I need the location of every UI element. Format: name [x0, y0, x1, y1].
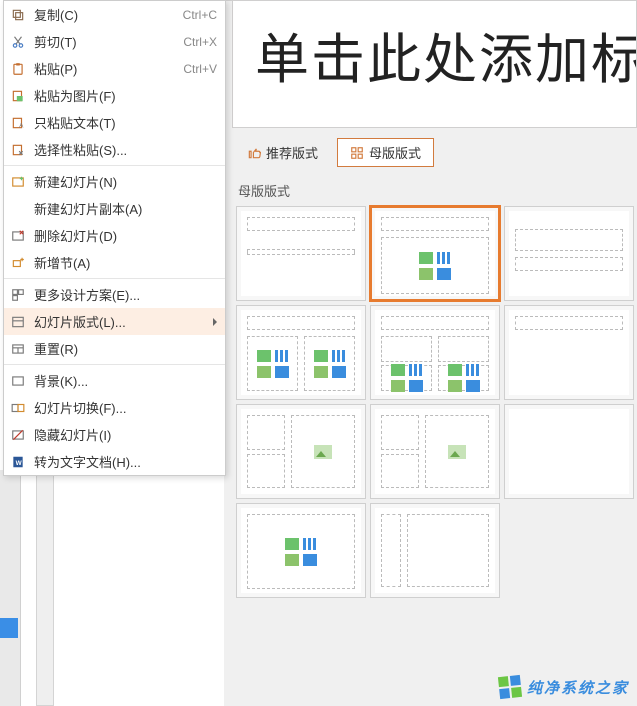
menu-item-19[interactable]: W 转为文字文档(H)... — [4, 448, 225, 475]
menu-item-shortcut: Ctrl+X — [183, 35, 217, 49]
blank-icon — [10, 201, 26, 217]
layout-panel: 单击此处添加标 推荐版式 母版版式 母版版式 — [224, 0, 637, 706]
to-word-icon: W — [10, 454, 26, 470]
menu-item-shortcut: Ctrl+V — [183, 62, 217, 76]
layout-icon — [10, 314, 26, 330]
design-icon — [10, 287, 26, 303]
menu-separator — [4, 165, 225, 166]
menu-separator — [4, 364, 225, 365]
paste-icon — [10, 61, 26, 77]
menu-item-4[interactable]: A 只粘贴文本(T) — [4, 109, 225, 136]
layout-thumb-two-content[interactable] — [236, 305, 366, 400]
menu-item-label: 重置(R) — [34, 339, 217, 358]
layout-thumb-content-only[interactable] — [236, 503, 366, 598]
menu-item-label: 粘贴为图片(F) — [34, 86, 217, 105]
delete-slide-icon — [10, 228, 26, 244]
paste-image-icon — [10, 88, 26, 104]
menu-item-17[interactable]: 幻灯片切换(F)... — [4, 394, 225, 421]
context-menu: 复制(C)Ctrl+C剪切(T)Ctrl+X粘贴(P)Ctrl+V粘贴为图片(F… — [3, 0, 226, 476]
layout-thumb-title-content[interactable] — [370, 206, 500, 301]
menu-item-5[interactable]: 选择性粘贴(S)... — [4, 136, 225, 163]
watermark: 纯净系统之家 — [499, 676, 629, 698]
menu-item-label: 转为文字文档(H)... — [34, 452, 217, 471]
chevron-right-icon — [213, 318, 217, 326]
svg-text:A: A — [19, 122, 24, 129]
menu-item-9[interactable]: 删除幻灯片(D) — [4, 222, 225, 249]
menu-item-label: 幻灯片版式(L)... — [34, 312, 217, 331]
menu-item-label: 背景(K)... — [34, 371, 217, 390]
menu-item-14[interactable]: 重置(R) — [4, 335, 225, 362]
layout-thumb-title-only[interactable] — [504, 305, 634, 400]
grid-icon — [350, 146, 364, 160]
layout-grid — [224, 206, 637, 598]
menu-item-13[interactable]: 幻灯片版式(L)... — [4, 308, 225, 335]
menu-item-label: 新建幻灯片副本(A) — [34, 199, 217, 218]
hide-slide-icon — [10, 427, 26, 443]
reset-icon — [10, 341, 26, 357]
menu-item-label: 只粘贴文本(T) — [34, 113, 217, 132]
svg-text:W: W — [16, 459, 23, 466]
paste-special-icon — [10, 142, 26, 158]
menu-item-12[interactable]: 更多设计方案(E)... — [4, 281, 225, 308]
cut-icon — [10, 34, 26, 50]
menu-item-label: 更多设计方案(E)... — [34, 285, 217, 304]
menu-item-10[interactable]: 新增节(A) — [4, 249, 225, 276]
transition-icon — [10, 400, 26, 416]
layout-tabs: 推荐版式 母版版式 — [234, 138, 637, 167]
watermark-logo-icon — [498, 675, 522, 699]
layout-thumb-title[interactable] — [236, 206, 366, 301]
menu-item-18[interactable]: 隐藏幻灯片(I) — [4, 421, 225, 448]
menu-item-label: 删除幻灯片(D) — [34, 226, 217, 245]
layout-thumb-blank[interactable] — [504, 404, 634, 499]
menu-separator — [4, 278, 225, 279]
menu-item-label: 剪切(T) — [34, 32, 183, 51]
tab-recommended-label: 推荐版式 — [266, 143, 318, 162]
layout-thumb-caption[interactable] — [236, 404, 366, 499]
menu-item-label: 粘贴(P) — [34, 59, 183, 78]
layout-thumb-section[interactable] — [504, 206, 634, 301]
slide-title-placeholder[interactable]: 单击此处添加标 — [232, 1, 637, 128]
menu-item-1[interactable]: 剪切(T)Ctrl+X — [4, 28, 225, 55]
layout-thumb-vertical[interactable] — [370, 503, 500, 598]
copy-icon — [10, 7, 26, 23]
slide-thumbnail-strip[interactable] — [0, 470, 21, 706]
title-placeholder-text: 单击此处添加标 — [255, 15, 637, 94]
new-slide-icon — [10, 174, 26, 190]
tab-master-label: 母版版式 — [369, 143, 421, 162]
menu-item-16[interactable]: 背景(K)... — [4, 367, 225, 394]
menu-item-8[interactable]: 新建幻灯片副本(A) — [4, 195, 225, 222]
menu-item-label: 隐藏幻灯片(I) — [34, 425, 217, 444]
layout-thumb-picture-caption[interactable] — [370, 404, 500, 499]
background-icon — [10, 373, 26, 389]
thumbs-up-icon — [247, 146, 261, 160]
paste-text-icon: A — [10, 115, 26, 131]
menu-item-3[interactable]: 粘贴为图片(F) — [4, 82, 225, 109]
menu-item-7[interactable]: 新建幻灯片(N) — [4, 168, 225, 195]
menu-item-shortcut: Ctrl+C — [183, 8, 217, 22]
new-section-icon — [10, 255, 26, 271]
tab-recommended[interactable]: 推荐版式 — [234, 138, 331, 167]
selected-slide-indicator — [0, 618, 18, 638]
menu-item-label: 新增节(A) — [34, 253, 217, 272]
layout-thumb-comparison[interactable] — [370, 305, 500, 400]
watermark-text: 纯净系统之家 — [527, 677, 629, 698]
menu-item-0[interactable]: 复制(C)Ctrl+C — [4, 1, 225, 28]
tab-master[interactable]: 母版版式 — [337, 138, 434, 167]
menu-item-label: 幻灯片切换(F)... — [34, 398, 217, 417]
menu-item-2[interactable]: 粘贴(P)Ctrl+V — [4, 55, 225, 82]
menu-item-label: 选择性粘贴(S)... — [34, 140, 217, 159]
menu-item-label: 新建幻灯片(N) — [34, 172, 217, 191]
section-label: 母版版式 — [238, 181, 637, 200]
menu-item-label: 复制(C) — [34, 5, 183, 24]
vertical-ruler — [36, 470, 54, 706]
